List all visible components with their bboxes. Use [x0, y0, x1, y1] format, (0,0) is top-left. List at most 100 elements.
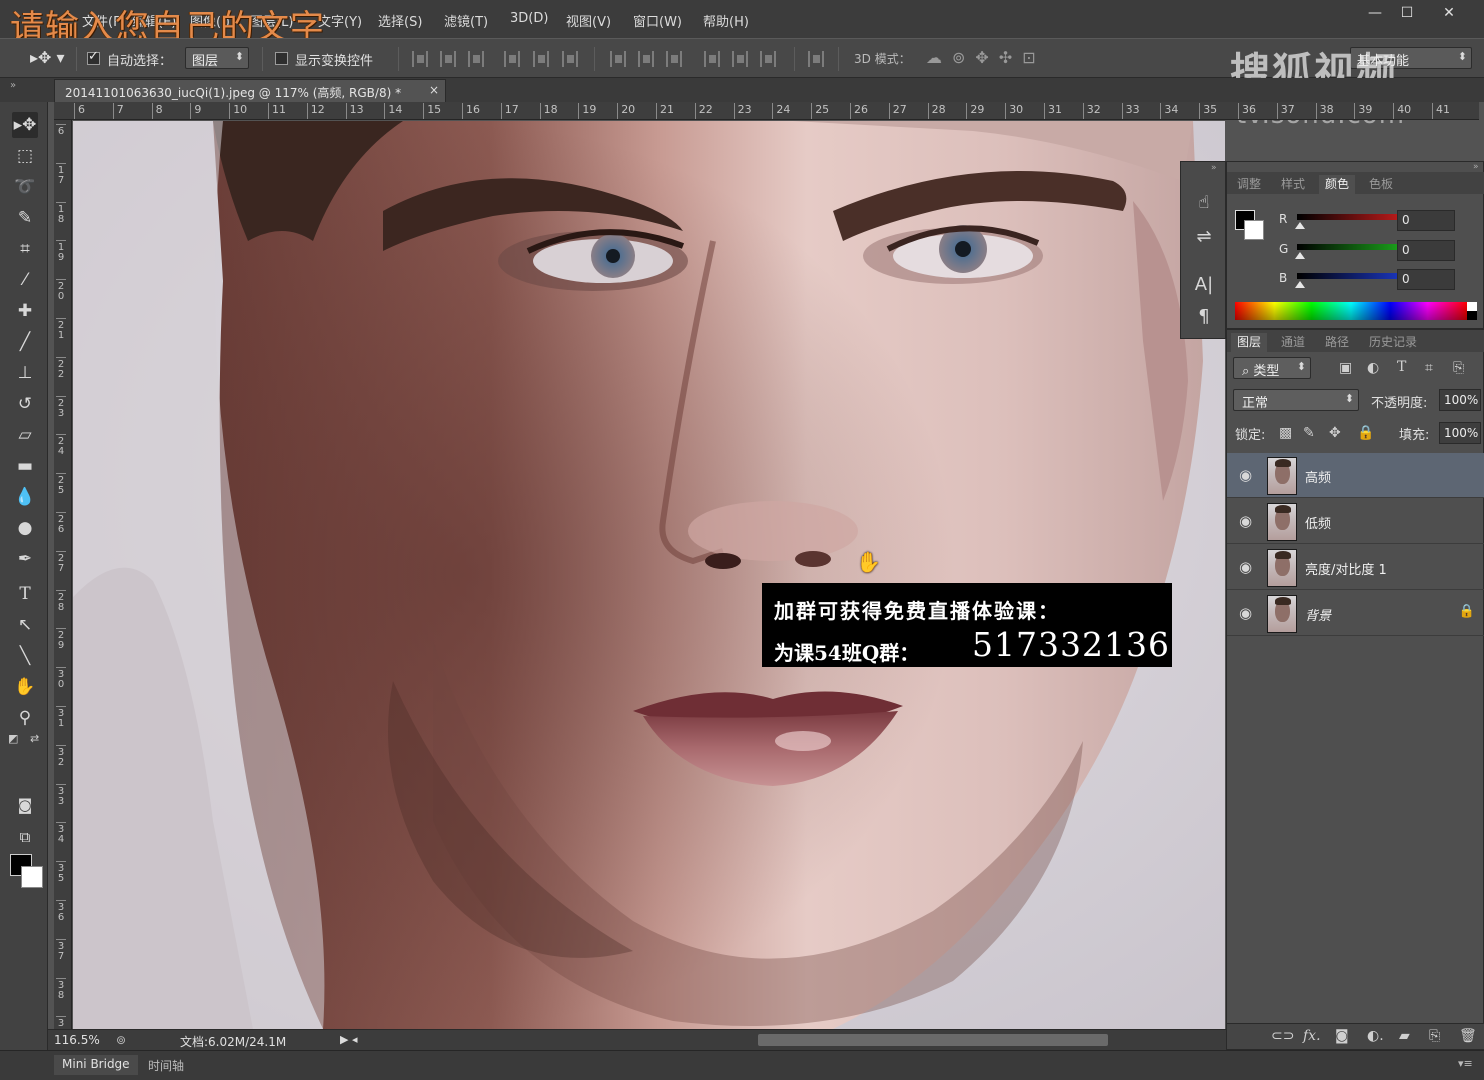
menu-select[interactable]: 选择(S) [378, 11, 422, 30]
zoom-tool[interactable]: ⚲ [12, 705, 38, 731]
channel-b-thumb[interactable] [1295, 281, 1305, 288]
channel-r-input[interactable]: 0 [1397, 210, 1455, 231]
auto-select-checkbox[interactable] [87, 49, 100, 65]
new-layer-icon[interactable]: ⎘ [1429, 1028, 1440, 1044]
distribute-right-icon[interactable] [760, 51, 776, 67]
menu-filter[interactable]: 滤镜(T) [444, 11, 488, 30]
3d-tools-icon[interactable]: ☁⊚✥✣⊡ [926, 48, 1046, 67]
proof-icon[interactable]: ⊚ [116, 1033, 126, 1047]
visibility-eye-icon[interactable]: ◉ [1239, 512, 1252, 530]
marquee-tool[interactable]: ⬚ [12, 143, 38, 169]
auto-align-icon[interactable] [808, 51, 824, 67]
healing-tool[interactable]: ✚ [12, 298, 38, 324]
menu-view[interactable]: 视图(V) [566, 11, 611, 30]
swap-colors-icon[interactable]: ⇄ [30, 732, 39, 745]
visibility-eye-icon[interactable]: ◉ [1239, 604, 1252, 622]
layer-name[interactable]: 高频 [1305, 467, 1331, 486]
tool-presets-icon[interactable]: ☝ [1191, 190, 1217, 216]
status-menu-arrow-icon[interactable]: ▶ ◂ [340, 1033, 357, 1046]
panel-menu-icon[interactable]: ▾≡ [1458, 1057, 1473, 1070]
horizontal-scrollbar[interactable] [758, 1034, 1108, 1046]
panel-background-swatch[interactable] [1244, 220, 1264, 240]
move-tool[interactable]: ▸✥ [12, 112, 38, 138]
channel-r-thumb[interactable] [1295, 222, 1305, 229]
layer-row-brightness-contrast[interactable]: ◉ 亮度/对比度 1 [1227, 545, 1484, 590]
spectrum-black-swatch[interactable] [1467, 311, 1477, 320]
lock-pixels-icon[interactable]: ✎ [1303, 425, 1315, 441]
visibility-eye-icon[interactable]: ◉ [1239, 466, 1252, 484]
history-brush-tool[interactable]: ↺ [12, 391, 38, 417]
ruler-horizontal[interactable]: 6 7 8 9 10 11 12 13 14 15 16 17 18 19 20 21 22 23 24 25 26 27… [54, 102, 1479, 120]
lock-all-icon[interactable]: 🔒 [1357, 425, 1374, 441]
crop-tool[interactable]: ⌗ [12, 236, 38, 262]
tab-history[interactable]: 历史记录 [1369, 333, 1417, 350]
show-transform-checkbox[interactable] [275, 52, 288, 65]
align-vcenter-icon[interactable] [440, 51, 456, 67]
folder-icon[interactable]: ▰ [1399, 1028, 1410, 1044]
ruler-vertical[interactable]: 6 1 7 1 8 1 9 2 0 2 1 2 2 2 3 2 4 2 5 2 6 2 7 2 8 2 9… [54, 120, 72, 1030]
close-document-icon[interactable]: × [429, 83, 439, 97]
lasso-tool[interactable]: ➰ [12, 174, 38, 200]
layer-name[interactable]: 低频 [1305, 513, 1331, 532]
zoom-level[interactable]: 116.5% [54, 1033, 100, 1047]
background-color-swatch[interactable] [21, 866, 43, 888]
menu-help[interactable]: 帮助(H) [703, 11, 749, 30]
fx-icon[interactable]: fx. [1303, 1028, 1321, 1044]
move-tool-preset-icon[interactable]: ▸✥ ▾ [30, 48, 65, 67]
blend-mode-dropdown[interactable]: 正常 [1233, 389, 1359, 411]
screen-mode-icon[interactable]: ⧉ [12, 824, 38, 850]
quick-mask-icon[interactable]: ◙ [12, 792, 38, 818]
hand-tool[interactable]: ✋ [12, 674, 38, 700]
distribute-hcenter-icon[interactable] [732, 51, 748, 67]
align-hcenter-icon[interactable] [533, 51, 549, 67]
filter-shape-icon[interactable]: ⌗ [1425, 360, 1433, 376]
mask-icon[interactable]: ◙ [1335, 1028, 1349, 1044]
layer-filter-dropdown[interactable]: ⌕ 类型 [1233, 357, 1311, 379]
link-icon[interactable]: ⊂⊃ [1271, 1028, 1294, 1044]
tab-layers[interactable]: 图层 [1231, 333, 1268, 352]
document-tab[interactable]: 20141101063630_iucQi(1).jpeg @ 117% (高频,… [54, 79, 446, 102]
gradient-tool[interactable]: ▬ [12, 453, 38, 479]
layer-row-high-freq[interactable]: ◉ 高频 [1227, 453, 1484, 498]
collapse-toolbar-icon[interactable]: » [10, 80, 16, 91]
adjustments-icon[interactable]: ⇌ [1191, 224, 1217, 250]
pen-tool[interactable]: ✒ [12, 546, 38, 572]
tab-channels[interactable]: 通道 [1281, 333, 1305, 350]
eraser-tool[interactable]: ▱ [12, 422, 38, 448]
layer-name[interactable]: 背景 [1305, 605, 1331, 624]
quick-select-tool[interactable]: ✎ [12, 205, 38, 231]
lock-transparency-icon[interactable]: ▩ [1279, 425, 1292, 441]
dodge-tool[interactable]: ● [12, 515, 38, 541]
menu-3d[interactable]: 3D(D) [510, 11, 548, 26]
menu-window[interactable]: 窗口(W) [633, 11, 682, 30]
tab-swatches[interactable]: 色板 [1369, 175, 1393, 192]
stamp-tool[interactable]: ⊥ [12, 360, 38, 386]
opacity-input[interactable]: 100% [1439, 389, 1481, 411]
filter-pixel-icon[interactable]: ▣ [1339, 360, 1352, 376]
close-window-button[interactable]: ✕ [1432, 3, 1466, 25]
tab-color[interactable]: 颜色 [1319, 175, 1356, 194]
tab-mini-bridge[interactable]: Mini Bridge [54, 1055, 138, 1075]
minimize-button[interactable]: — [1358, 3, 1392, 25]
blur-tool[interactable]: 💧 [12, 484, 38, 510]
distribute-left-icon[interactable] [704, 51, 720, 67]
tab-styles[interactable]: 样式 [1281, 175, 1305, 192]
distribute-bottom-icon[interactable] [666, 51, 682, 67]
type-tool[interactable]: T [12, 581, 38, 607]
line-tool[interactable]: ╲ [12, 643, 38, 669]
layer-name[interactable]: 亮度/对比度 1 [1305, 559, 1387, 578]
spectrum-white-swatch[interactable] [1467, 302, 1477, 311]
character-panel-icon[interactable]: A| [1191, 272, 1217, 298]
brush-tool[interactable]: ╱ [12, 329, 38, 355]
channel-g-thumb[interactable] [1295, 252, 1305, 259]
filter-type-icon[interactable]: T [1397, 359, 1406, 375]
filter-smart-object-icon[interactable]: ⎘ [1453, 360, 1464, 376]
collapse-panel-icon[interactable]: » [1473, 162, 1479, 172]
auto-select-dropdown[interactable]: 图层 [185, 47, 249, 69]
layer-row-background[interactable]: ◉ 背景 🔒 [1227, 591, 1484, 636]
document-canvas[interactable] [73, 121, 1225, 1029]
visibility-eye-icon[interactable]: ◉ [1239, 558, 1252, 576]
default-colors-icon[interactable]: ◩ [8, 732, 18, 745]
tab-paths[interactable]: 路径 [1325, 333, 1349, 350]
align-bottom-icon[interactable] [468, 51, 484, 67]
